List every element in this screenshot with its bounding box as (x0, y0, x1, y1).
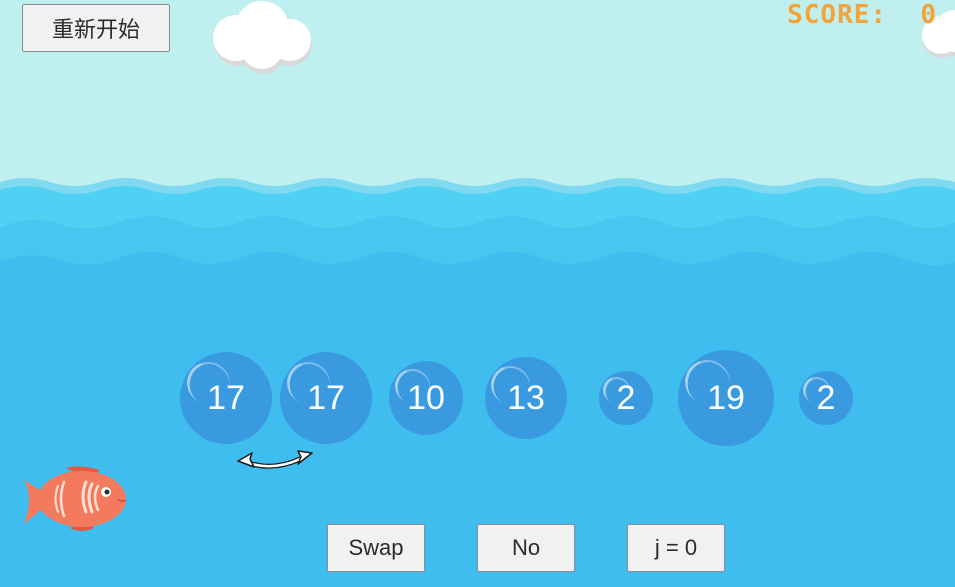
number-bubble[interactable]: 19 (678, 350, 774, 446)
number-bubble[interactable]: 10 (389, 361, 463, 435)
bubble-value: 17 (307, 378, 345, 417)
game-scene: 重新开始 SCORE: 0 17 17 10 13 2 19 2 Swap No… (0, 0, 955, 587)
restart-button[interactable]: 重新开始 (22, 4, 170, 52)
bubble-value: 2 (616, 378, 636, 417)
number-bubble[interactable]: 2 (799, 371, 853, 425)
number-bubble[interactable]: 13 (485, 357, 567, 439)
number-bubble[interactable]: 17 (180, 352, 272, 444)
score-label: SCORE: (787, 0, 888, 30)
swap-button[interactable]: Swap (327, 524, 425, 572)
bubble-value: 19 (707, 378, 745, 417)
bubble-value: 2 (816, 378, 836, 417)
double-arrow-icon (237, 450, 313, 469)
no-button[interactable]: No (477, 524, 575, 572)
bubble-value: 17 (207, 378, 245, 417)
number-bubble[interactable]: 2 (599, 371, 653, 425)
score-display: SCORE: 0 (787, 0, 937, 30)
bubble-value: 13 (507, 378, 545, 417)
fish-icon (24, 466, 127, 531)
score-value: 0 (920, 0, 937, 30)
bubble-value: 10 (407, 378, 445, 417)
j-counter-button[interactable]: j = 0 (627, 524, 725, 572)
cloud-icon (213, 1, 312, 74)
number-bubble[interactable]: 17 (280, 352, 372, 444)
